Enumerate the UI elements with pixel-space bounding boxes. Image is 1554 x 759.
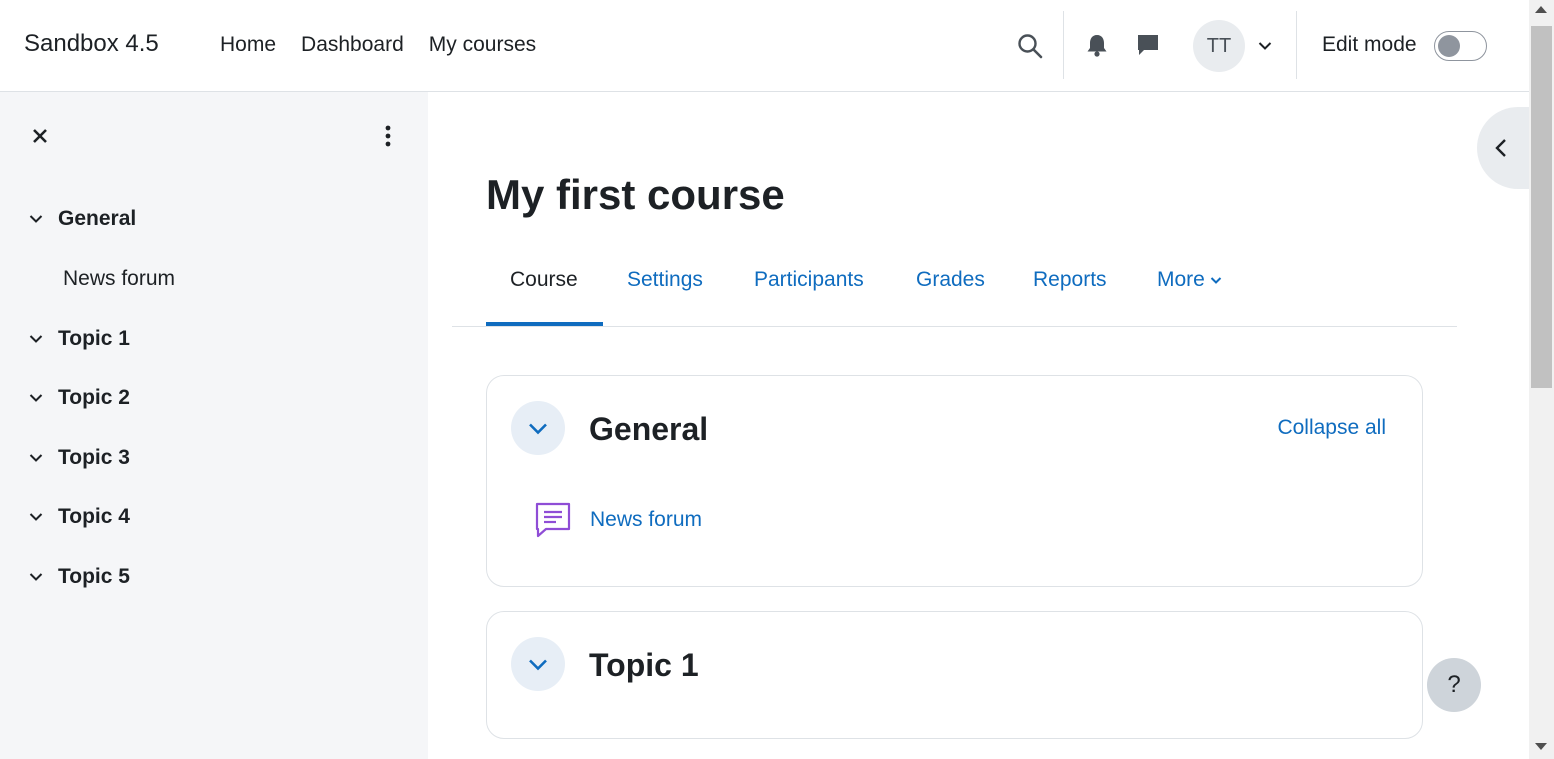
- nav-home-link[interactable]: Home: [220, 33, 276, 57]
- section-collapse-toggle[interactable]: [511, 401, 565, 455]
- course-index-section-label: Topic 2: [58, 386, 130, 409]
- scroll-up-arrow-icon[interactable]: [1535, 6, 1547, 13]
- page-scrollbar[interactable]: [1529, 0, 1554, 759]
- section-title[interactable]: Topic 1: [589, 647, 699, 684]
- course-section-topic-1: Topic 1: [486, 611, 1423, 739]
- collapse-all-link[interactable]: Collapse all: [1277, 416, 1386, 440]
- course-index-section-topic-2[interactable]: Topic 2: [26, 386, 130, 410]
- course-index-section-label: Topic 4: [58, 505, 130, 528]
- chat-bubble-icon[interactable]: [1134, 31, 1162, 59]
- help-button[interactable]: ?: [1427, 658, 1481, 712]
- tab-more[interactable]: More: [1157, 268, 1222, 292]
- tab-grades[interactable]: Grades: [916, 268, 985, 292]
- course-index-section-general[interactable]: General: [26, 207, 136, 231]
- page-title: My first course: [486, 171, 785, 218]
- edit-mode-toggle[interactable]: [1434, 31, 1487, 61]
- bell-icon[interactable]: [1083, 31, 1111, 59]
- chevron-down-icon: [1210, 276, 1222, 285]
- site-brand[interactable]: Sandbox 4.5: [24, 30, 159, 58]
- tab-settings[interactable]: Settings: [627, 268, 703, 292]
- course-index-section-topic-4[interactable]: Topic 4: [26, 505, 130, 529]
- chevron-down-icon[interactable]: [26, 209, 46, 229]
- chevron-left-icon: [1495, 138, 1507, 158]
- chevron-down-icon[interactable]: [26, 448, 46, 468]
- course-index-section-label: Topic 3: [58, 446, 130, 469]
- scroll-down-arrow-icon[interactable]: [1535, 743, 1547, 750]
- chevron-down-icon[interactable]: [26, 567, 46, 587]
- chevron-down-icon[interactable]: [26, 507, 46, 527]
- course-index-section-topic-3[interactable]: Topic 3: [26, 446, 130, 470]
- user-avatar[interactable]: TT: [1193, 20, 1245, 72]
- course-section-general: General Collapse all News forum: [486, 375, 1423, 587]
- scrollbar-thumb[interactable]: [1531, 26, 1552, 388]
- course-index-section-topic-1[interactable]: Topic 1: [26, 327, 130, 351]
- close-icon[interactable]: [26, 122, 54, 150]
- tab-more-label: More: [1157, 268, 1205, 291]
- course-index-section-label: General: [58, 207, 137, 230]
- section-title[interactable]: General: [589, 411, 708, 448]
- edit-mode-label: Edit mode: [1322, 33, 1417, 56]
- chevron-down-icon[interactable]: [1255, 36, 1275, 56]
- toggle-knob: [1438, 35, 1460, 57]
- tab-participants[interactable]: Participants: [754, 268, 864, 292]
- course-index-section-label: Topic 1: [58, 327, 130, 350]
- section-collapse-toggle[interactable]: [511, 637, 565, 691]
- tab-course[interactable]: Course: [510, 268, 578, 292]
- course-index-activity-news-forum[interactable]: News forum: [63, 267, 175, 291]
- tab-reports[interactable]: Reports: [1033, 268, 1107, 292]
- nav-my-courses-link[interactable]: My courses: [429, 33, 536, 57]
- search-icon[interactable]: [1014, 30, 1046, 62]
- forum-icon: [533, 500, 573, 540]
- course-index-section-label: Topic 5: [58, 565, 130, 588]
- navbar-divider: [1296, 11, 1297, 79]
- nav-dashboard-link[interactable]: Dashboard: [301, 33, 404, 57]
- chevron-down-icon[interactable]: [26, 329, 46, 349]
- top-navbar: Sandbox 4.5 Home Dashboard My courses TT…: [0, 0, 1529, 92]
- navbar-divider: [1063, 11, 1064, 79]
- course-index-section-topic-5[interactable]: Topic 5: [26, 565, 130, 589]
- activity-news-forum-link[interactable]: News forum: [590, 508, 702, 532]
- chevron-down-icon[interactable]: [26, 388, 46, 408]
- open-block-drawer-button[interactable]: [1477, 107, 1537, 189]
- course-secondary-navigation: Course Settings Participants Grades Repo…: [452, 256, 1457, 327]
- primary-navigation: Home Dashboard My courses: [220, 33, 536, 57]
- more-options-icon[interactable]: [376, 122, 400, 150]
- active-tab-indicator: [486, 322, 603, 326]
- course-index-drawer: General News forum Topic 1 Topic 2 Topic…: [0, 92, 428, 759]
